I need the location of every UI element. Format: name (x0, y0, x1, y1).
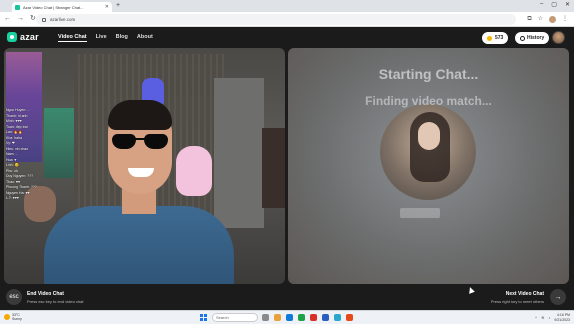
new-tab-button[interactable]: + (116, 2, 120, 10)
address-bar[interactable]: azarlive.com (36, 14, 516, 25)
blurred-name (400, 208, 440, 218)
arrow-right-icon: → (554, 293, 562, 301)
minimize-button[interactable]: – (540, 1, 543, 8)
azar-logo-icon (7, 32, 17, 42)
next-chat-button[interactable]: → (550, 289, 566, 305)
file-explorer-icon[interactable] (274, 314, 281, 321)
browser-tab-strip: Azar Video Chat | Stranger Chat... ✕ + –… (0, 0, 574, 12)
system-clock[interactable]: 4:16 PM 9/21/2023 (554, 313, 570, 322)
end-chat-hint: Press esc key to end video chat (27, 299, 84, 304)
clock-date: 9/21/2023 (554, 317, 570, 322)
close-tab-icon[interactable]: ✕ (105, 4, 109, 10)
background-door (214, 78, 264, 228)
user-avatar[interactable] (552, 31, 565, 44)
azar-favicon (15, 4, 20, 10)
chat-line: L.T: ♥♥♥ (6, 196, 19, 200)
person-hair (108, 100, 172, 130)
weather-widget[interactable]: 33°C Sunny (4, 313, 22, 321)
reload-icon[interactable]: ↻ (30, 15, 36, 23)
weather-desc: Sunny (12, 317, 22, 321)
bookmark-icon[interactable]: ☆ (538, 15, 543, 23)
next-chat-hint: Press right key to meet others (490, 299, 544, 304)
taskbar-apps (262, 314, 353, 321)
clock-time: 4:16 PM (556, 313, 570, 317)
gems-button[interactable]: 573 (482, 32, 509, 44)
system-tray: ^ ≋ ♪ 4:16 PM 9/21/2023 (535, 313, 570, 322)
nav-blog[interactable]: Blog (116, 34, 128, 42)
person-shirt (44, 206, 234, 284)
browser-menu-icon[interactable]: ⋮ (562, 15, 568, 23)
browser-tab[interactable]: Azar Video Chat | Stranger Chat... ✕ (12, 2, 112, 12)
app-icon-orange[interactable] (346, 314, 353, 321)
browser-tools: ⧉ ☆ ⋮ (527, 15, 568, 23)
matching-profile-face (418, 122, 440, 150)
stream-chat-overlay: Ngoc Huyen: ... Thanh: hi anh Minh: ♥♥♥ … (6, 108, 50, 202)
sunglasses (112, 134, 170, 150)
app-icon-blue[interactable] (322, 314, 329, 321)
chevron-up-icon[interactable]: ^ (535, 315, 537, 320)
end-chat-button[interactable]: esc (6, 289, 22, 305)
finding-match-text: Finding video match... (365, 94, 492, 108)
pink-plush-toy (176, 146, 212, 196)
back-icon[interactable]: ← (4, 15, 11, 23)
history-label: History (527, 35, 545, 41)
main-nav: Video Chat Live Blog About (58, 34, 153, 42)
sun-icon (4, 314, 10, 320)
window-controls: – ▢ ✕ (540, 1, 570, 8)
partner-video-panel: Starting Chat... Finding video match... (288, 48, 569, 284)
windows-taskbar: 33°C Sunny Search ^ ≋ ♪ 4:16 PM 9/21/202… (0, 310, 574, 324)
starting-chat-text: Starting Chat... (378, 66, 479, 82)
end-chat-info: End Video Chat Press esc key to end vide… (27, 291, 83, 304)
close-window-button[interactable]: ✕ (565, 1, 570, 8)
my-video-panel: Ngoc Huyen: ... Thanh: hi anh Minh: ♥♥♥ … (4, 48, 285, 284)
app-icon-teal[interactable] (334, 314, 341, 321)
wifi-icon[interactable]: ≋ (541, 315, 544, 320)
taskbar-search[interactable]: Search (212, 313, 258, 322)
chrome-icon[interactable] (310, 314, 317, 321)
volume-icon[interactable]: ♪ (548, 315, 550, 320)
maximize-button[interactable]: ▢ (551, 1, 557, 8)
extensions-icon[interactable]: ⧉ (527, 15, 531, 23)
task-view-icon[interactable] (262, 314, 269, 321)
lock-icon (42, 17, 46, 22)
tab-title: Azar Video Chat | Stranger Chat... (23, 4, 84, 10)
nav-live[interactable]: Live (96, 34, 107, 42)
address-url: azarlive.com (50, 17, 76, 22)
app-icon-green[interactable] (298, 314, 305, 321)
browser-nav: ← → ↻ (4, 15, 36, 23)
browser-toolbar: ← → ↻ azarlive.com ⧉ ☆ ⋮ (0, 12, 574, 27)
forward-icon[interactable]: → (17, 15, 24, 23)
nav-about[interactable]: About (137, 34, 153, 42)
history-button[interactable]: History (515, 32, 550, 44)
gem-icon (487, 35, 492, 41)
gem-count: 573 (495, 35, 504, 41)
history-icon (520, 35, 525, 41)
next-chat-info: Next Video Chat Press right key to meet … (491, 291, 544, 304)
taskbar-search-placeholder: Search (216, 315, 229, 320)
nav-video-chat[interactable]: Video Chat (58, 34, 87, 42)
end-chat-label: End Video Chat (27, 291, 64, 297)
shelf (262, 128, 285, 208)
browser-profile-avatar[interactable] (549, 15, 556, 23)
azar-logo-text: azar (20, 32, 39, 42)
windows-start-icon[interactable] (200, 314, 207, 321)
next-chat-label: Next Video Chat (505, 291, 544, 297)
mouse-cursor (467, 286, 475, 294)
azar-logo[interactable]: azar (7, 32, 39, 42)
esc-icon: esc (9, 294, 19, 300)
edge-icon[interactable] (286, 314, 293, 321)
